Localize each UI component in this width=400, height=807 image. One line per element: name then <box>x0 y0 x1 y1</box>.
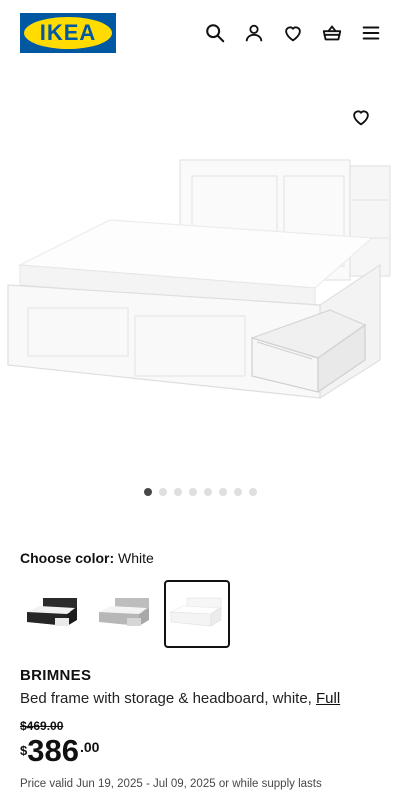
site-header: IKEA <box>0 0 400 64</box>
shopping-basket-icon[interactable] <box>319 20 345 46</box>
color-swatches <box>20 580 230 648</box>
hamburger-menu-icon[interactable] <box>358 20 384 46</box>
carousel-dot-3[interactable] <box>173 488 182 496</box>
carousel-dot-5[interactable] <box>203 488 212 496</box>
logo-text: IKEA <box>39 20 97 45</box>
search-icon[interactable] <box>202 20 228 46</box>
selected-color-value: White <box>118 550 154 566</box>
product-name[interactable]: BRIMNES <box>20 667 91 684</box>
carousel-dot-2[interactable] <box>158 488 167 496</box>
color-chooser-label: Choose color: White <box>20 549 154 567</box>
carousel-dot-1[interactable] <box>143 488 152 496</box>
heart-icon[interactable] <box>280 20 306 46</box>
carousel-dot-6[interactable] <box>218 488 227 496</box>
current-price: $ 386 .00 <box>20 733 99 769</box>
price-decimal: .00 <box>79 739 100 755</box>
choose-color-label: Choose color: <box>20 550 115 566</box>
add-to-favorites-icon[interactable] <box>348 104 374 130</box>
product-description: Bed frame with storage & headboard, whit… <box>20 690 340 707</box>
old-price: $469.00 <box>20 719 64 733</box>
price-currency: $ <box>20 743 28 758</box>
swatch-white[interactable] <box>164 580 230 648</box>
carousel-dot-4[interactable] <box>188 488 197 496</box>
product-image[interactable] <box>0 80 400 480</box>
size-link[interactable]: Full <box>316 690 340 707</box>
swatch-gray[interactable] <box>92 580 158 648</box>
logo-oval: IKEA <box>24 17 112 49</box>
price-validity: Price valid Jun 19, 2025 - Jul 09, 2025 … <box>20 778 322 790</box>
swatch-black[interactable] <box>20 580 86 648</box>
carousel-dot-8[interactable] <box>248 488 257 496</box>
carousel-dot-7[interactable] <box>233 488 242 496</box>
price-integer: 386 <box>27 733 79 768</box>
user-icon[interactable] <box>241 20 267 46</box>
ikea-logo[interactable]: IKEA <box>20 13 116 53</box>
image-carousel-dots <box>0 488 400 498</box>
product-description-text: Bed frame with storage & headboard, whit… <box>20 690 312 707</box>
